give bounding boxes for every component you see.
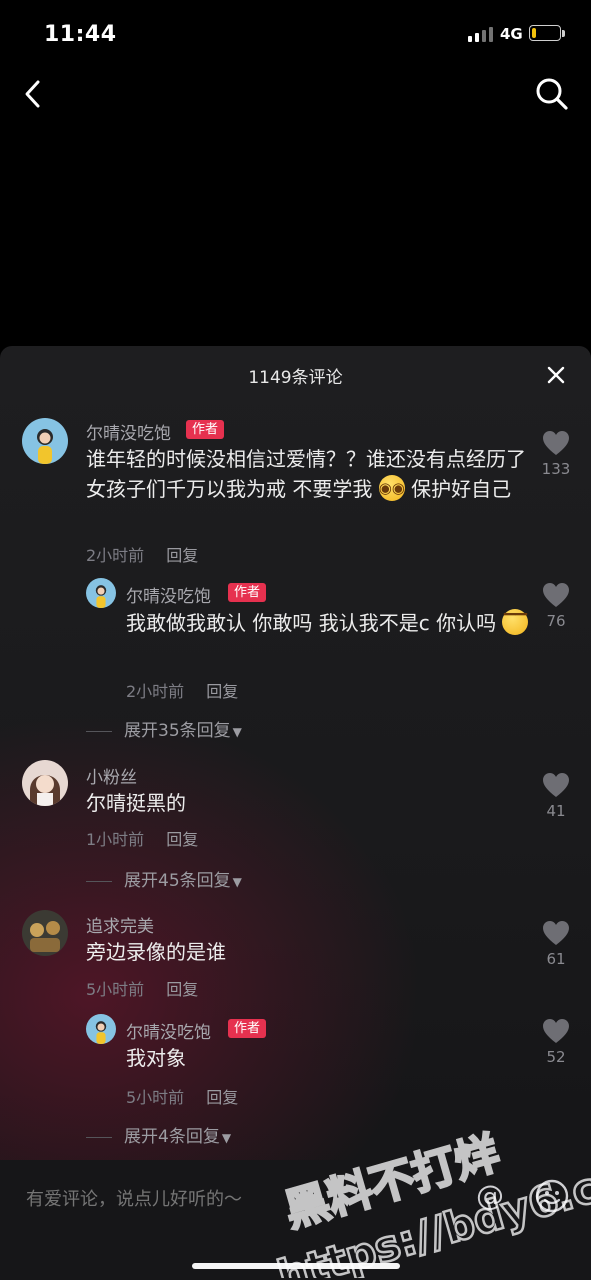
- reply-button[interactable]: 回复: [166, 980, 198, 999]
- avatar[interactable]: [22, 910, 68, 956]
- comment-author[interactable]: 尔晴没吃饱: [86, 419, 171, 444]
- caret-down-icon: ▼: [232, 875, 242, 889]
- caret-down-icon: ▼: [232, 725, 242, 739]
- like-button[interactable]: 133: [534, 430, 578, 478]
- comment-time: 2小时前: [126, 682, 185, 701]
- status-time: 11:44: [44, 22, 117, 47]
- comments-panel: 1149条评论 尔晴没吃饱 作者 谁年轻的时候没相信过爱情？？谁还没有点经历了 …: [0, 346, 591, 1280]
- mention-button[interactable]: @: [472, 1178, 508, 1214]
- comment-text: 尔晴挺黑的: [86, 791, 186, 815]
- back-button[interactable]: [18, 70, 54, 116]
- close-button[interactable]: [543, 362, 569, 388]
- like-button[interactable]: 76: [534, 582, 578, 630]
- comment-author[interactable]: 追求完美: [86, 912, 154, 937]
- smiley-icon: [535, 1179, 569, 1213]
- avatar[interactable]: [86, 1014, 116, 1044]
- comment-item: 小粉丝 尔晴挺黑的 1小时前 回复 41: [22, 760, 582, 860]
- reply-item: 尔晴没吃饱 作者 我敢做我敢认 你敢吗 我认我不是c 你认吗 ▔▔ 2小时前 回复…: [86, 578, 582, 704]
- comment-time: 1小时前: [86, 830, 145, 849]
- avatar[interactable]: [86, 578, 116, 608]
- comment-text: 旁边录像的是谁: [86, 940, 226, 964]
- avatar[interactable]: [22, 760, 68, 806]
- like-button[interactable]: 61: [534, 920, 578, 968]
- signal-icon: [468, 27, 493, 42]
- comment-author[interactable]: 小粉丝: [86, 763, 137, 788]
- top-nav: [0, 70, 591, 120]
- comment-text: 谁年轻的时候没相信过爱情？？谁还没有点经历了 女孩子们千万以我为戒 不要学我 ◉…: [86, 447, 526, 501]
- avatar[interactable]: [22, 418, 68, 464]
- caret-down-icon: ▼: [221, 1131, 232, 1145]
- search-icon: [536, 78, 568, 110]
- like-button[interactable]: 52: [534, 1018, 578, 1066]
- heart-icon: [543, 1019, 569, 1043]
- comment-count-title: 1149条评论: [248, 368, 343, 388]
- comment-text: 我对象: [126, 1046, 186, 1070]
- comment-item: 追求完美 旁边录像的是谁 5小时前 回复 61: [22, 910, 582, 1010]
- comment-author[interactable]: 尔晴没吃饱: [126, 582, 211, 607]
- comment-meta: 2小时前 回复: [126, 678, 238, 702]
- author-badge: 作者: [228, 583, 267, 602]
- emoji-button[interactable]: [534, 1178, 570, 1214]
- heart-icon: [543, 921, 569, 945]
- reply-item: 尔晴没吃饱 作者 我对象 5小时前 回复 52: [86, 1014, 582, 1114]
- comment-input[interactable]: [24, 1180, 458, 1218]
- comment-text: 我敢做我敢认 你敢吗 我认我不是c 你认吗 ▔▔: [126, 609, 529, 635]
- reply-button[interactable]: 回复: [166, 546, 198, 565]
- heart-icon: [543, 773, 569, 797]
- expand-replies-button[interactable]: 展开35条回复 ▼: [86, 716, 242, 741]
- chevron-left-icon: [25, 80, 40, 108]
- status-bar: 11:44 4G: [0, 0, 591, 70]
- battery-tip: [562, 30, 565, 37]
- comment-meta: 2小时前 回复: [86, 542, 198, 566]
- comment-meta: 1小时前 回复: [86, 826, 198, 850]
- like-button[interactable]: 41: [534, 772, 578, 820]
- comment-meta: 5小时前 回复: [126, 1084, 238, 1108]
- home-indicator: [192, 1263, 400, 1269]
- shy-face-emoji-icon: ◉◉: [378, 475, 405, 501]
- comments-header: 1149条评论: [0, 346, 591, 402]
- reply-button[interactable]: 回复: [206, 682, 238, 701]
- author-badge: 作者: [228, 1019, 267, 1038]
- comment-author[interactable]: 尔晴没吃饱: [126, 1018, 211, 1043]
- grinning-face-emoji-icon: ▔▔: [502, 609, 529, 635]
- expand-replies-button[interactable]: 展开45条回复 ▼: [86, 866, 242, 891]
- comment-item: 尔晴没吃饱 作者 谁年轻的时候没相信过爱情？？谁还没有点经历了 女孩子们千万以我…: [22, 418, 582, 568]
- like-count: 52: [546, 1048, 566, 1066]
- comment-time: 5小时前: [86, 980, 145, 999]
- heart-icon: [543, 583, 569, 607]
- reply-button[interactable]: 回复: [206, 1088, 238, 1107]
- author-badge: 作者: [186, 420, 225, 439]
- search-button[interactable]: [532, 74, 572, 114]
- like-count: 133: [541, 460, 571, 478]
- close-icon: [547, 366, 565, 384]
- like-count: 41: [546, 802, 566, 820]
- reply-button[interactable]: 回复: [166, 830, 198, 849]
- like-count: 61: [546, 950, 566, 968]
- network-type: 4G: [500, 25, 523, 43]
- battery-icon: [529, 25, 561, 41]
- expand-replies-button[interactable]: 展开4条回复 ▼: [86, 1122, 231, 1147]
- comment-time: 5小时前: [126, 1088, 185, 1107]
- heart-icon: [543, 431, 569, 455]
- comment-time: 2小时前: [86, 546, 145, 565]
- like-count: 76: [546, 612, 566, 630]
- comment-meta: 5小时前 回复: [86, 976, 198, 1000]
